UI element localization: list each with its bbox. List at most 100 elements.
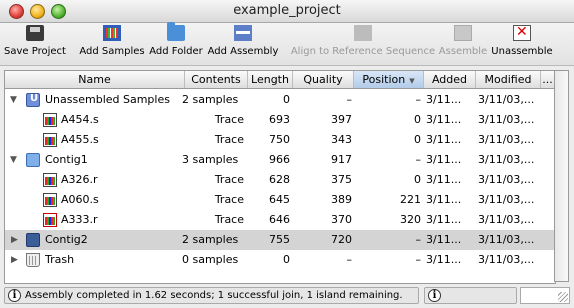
- row-name: A455.s: [61, 133, 99, 146]
- status-message: Assembly completed in 1.62 seconds; 1 su…: [25, 290, 403, 301]
- column-header-more[interactable]: ...: [541, 71, 555, 88]
- row-modified: 3/11/03,...: [478, 113, 535, 126]
- unassembled-folder-icon: [26, 92, 40, 107]
- unassemble-button[interactable]: Unassemble: [490, 24, 554, 63]
- table-row[interactable]: ▶ Trash 0 samples 0 – – 3/11... 3/11/03,…: [5, 250, 555, 270]
- row-position: 0: [414, 113, 421, 126]
- row-quality: 917: [331, 153, 352, 166]
- row-length: 693: [269, 113, 290, 126]
- row-name: Trash: [45, 253, 75, 266]
- trace-icon: [43, 133, 57, 147]
- row-added: 3/11...: [426, 213, 462, 226]
- row-quality: 343: [331, 133, 352, 146]
- row-length: 0: [283, 253, 290, 266]
- row-length: 966: [269, 153, 290, 166]
- save-project-button[interactable]: Save Project: [2, 25, 68, 63]
- column-header-modified[interactable]: Modified: [476, 71, 541, 88]
- column-header-position-label: Position: [362, 73, 406, 86]
- row-length: 628: [269, 173, 290, 186]
- row-modified: 3/11/03,...: [478, 253, 535, 266]
- trash-icon: [26, 253, 40, 267]
- table-row-selected[interactable]: ▶ Contig2 2 samples 755 720 – 3/11... 3/…: [5, 230, 555, 250]
- sort-arrow-icon: ▼: [409, 77, 415, 85]
- row-contents: Trace: [214, 173, 244, 186]
- assemble-button[interactable]: Assemble: [437, 25, 489, 63]
- row-added: 3/11...: [426, 113, 462, 126]
- row-added: 3/11...: [426, 133, 462, 146]
- row-length: 750: [269, 133, 290, 146]
- row-modified: 3/11/03,...: [478, 193, 535, 206]
- row-quality: 389: [331, 193, 352, 206]
- row-position: 0: [414, 133, 421, 146]
- assemble-icon: [454, 25, 472, 41]
- row-length: 646: [269, 213, 290, 226]
- resize-grip-icon[interactable]: [558, 292, 568, 302]
- row-modified: 3/11/03,...: [478, 233, 535, 246]
- trace-icon: [43, 173, 57, 187]
- add-assembly-button[interactable]: Add Assembly: [206, 25, 280, 63]
- row-quality: 397: [331, 113, 352, 126]
- row-contents: 0 samples: [182, 253, 239, 266]
- column-header-added[interactable]: Added: [424, 71, 476, 88]
- column-header-quality[interactable]: Quality: [293, 71, 354, 88]
- disclosure-triangle-open-icon[interactable]: ▼: [10, 150, 17, 170]
- contig-folder-dark-icon: [26, 233, 40, 247]
- status-bar: i Assembly completed in 1.62 seconds; 1 …: [4, 287, 419, 304]
- contig-folder-icon: [26, 153, 40, 167]
- row-contents: Trace: [214, 133, 244, 146]
- disclosure-triangle-closed-icon[interactable]: ▶: [11, 230, 18, 250]
- row-modified: 3/11/03,...: [478, 213, 535, 226]
- table-row[interactable]: A455.s Trace 750 343 0 3/11... 3/11/03,.…: [5, 130, 555, 150]
- row-name: A060.s: [61, 193, 99, 206]
- add-samples-icon: [103, 25, 121, 41]
- add-folder-icon: [167, 22, 185, 41]
- row-position: –: [415, 153, 422, 166]
- row-modified: 3/11/03,...: [478, 173, 535, 186]
- row-contents: Trace: [214, 113, 244, 126]
- save-project-label: Save Project: [4, 46, 66, 57]
- row-name: Unassembled Samples: [45, 93, 170, 106]
- table-row[interactable]: A060.s Trace 645 389 221 3/11... 3/11/03…: [5, 190, 555, 210]
- row-length: 0: [283, 93, 290, 106]
- disclosure-triangle-open-icon[interactable]: ▼: [10, 90, 17, 110]
- add-assembly-label: Add Assembly: [207, 46, 279, 57]
- vertical-scrollbar[interactable]: [554, 70, 569, 282]
- row-name: Contig2: [45, 233, 88, 246]
- title-bar: example_project: [0, 0, 574, 23]
- table-row[interactable]: A326.r Trace 628 375 0 3/11... 3/11/03,.…: [5, 170, 555, 190]
- row-added: 3/11...: [426, 253, 462, 266]
- table-row[interactable]: ▼ Contig1 3 samples 966 917 – 3/11... 3/…: [5, 150, 555, 170]
- row-name: Contig1: [45, 153, 88, 166]
- info-icon[interactable]: i: [428, 289, 441, 302]
- row-quality: 370: [331, 213, 352, 226]
- unassemble-label: Unassemble: [491, 46, 553, 57]
- row-modified: 3/11/03,...: [478, 153, 535, 166]
- row-contents: 2 samples: [182, 233, 239, 246]
- column-header-length[interactable]: Length: [248, 71, 293, 88]
- row-length: 755: [269, 233, 290, 246]
- column-header-contents[interactable]: Contents: [185, 71, 248, 88]
- table-row[interactable]: A333.r Trace 646 370 320 3/11... 3/11/03…: [5, 210, 555, 230]
- row-quality: 375: [331, 173, 352, 186]
- align-reference-button[interactable]: Align to Reference Sequence: [290, 25, 436, 63]
- row-modified: 3/11/03,...: [478, 133, 535, 146]
- disclosure-triangle-closed-icon[interactable]: ▶: [11, 250, 18, 270]
- project-table: Name Contents Length Quality Position ▼ A…: [4, 70, 556, 284]
- info-icon: i: [8, 289, 21, 302]
- window-title: example_project: [233, 3, 341, 18]
- add-folder-button[interactable]: Add Folder: [148, 22, 204, 63]
- row-contents: Trace: [214, 193, 244, 206]
- row-length: 645: [269, 193, 290, 206]
- table-row[interactable]: A454.s Trace 693 397 0 3/11... 3/11/03,.…: [5, 110, 555, 130]
- column-header-position[interactable]: Position ▼: [354, 71, 424, 88]
- row-modified: 3/11/03,...: [478, 93, 535, 106]
- row-quality: –: [346, 253, 353, 266]
- row-contents: Trace: [214, 213, 244, 226]
- add-samples-button[interactable]: Add Samples: [78, 25, 146, 63]
- column-header-name[interactable]: Name: [5, 71, 185, 88]
- table-header: Name Contents Length Quality Position ▼ A…: [5, 71, 555, 89]
- assemble-label: Assemble: [438, 46, 488, 57]
- row-quality: 720: [331, 233, 352, 246]
- table-row[interactable]: ▼ Unassembled Samples 2 samples 0 – – 3/…: [5, 90, 555, 110]
- trace-reverse-icon: [43, 213, 57, 227]
